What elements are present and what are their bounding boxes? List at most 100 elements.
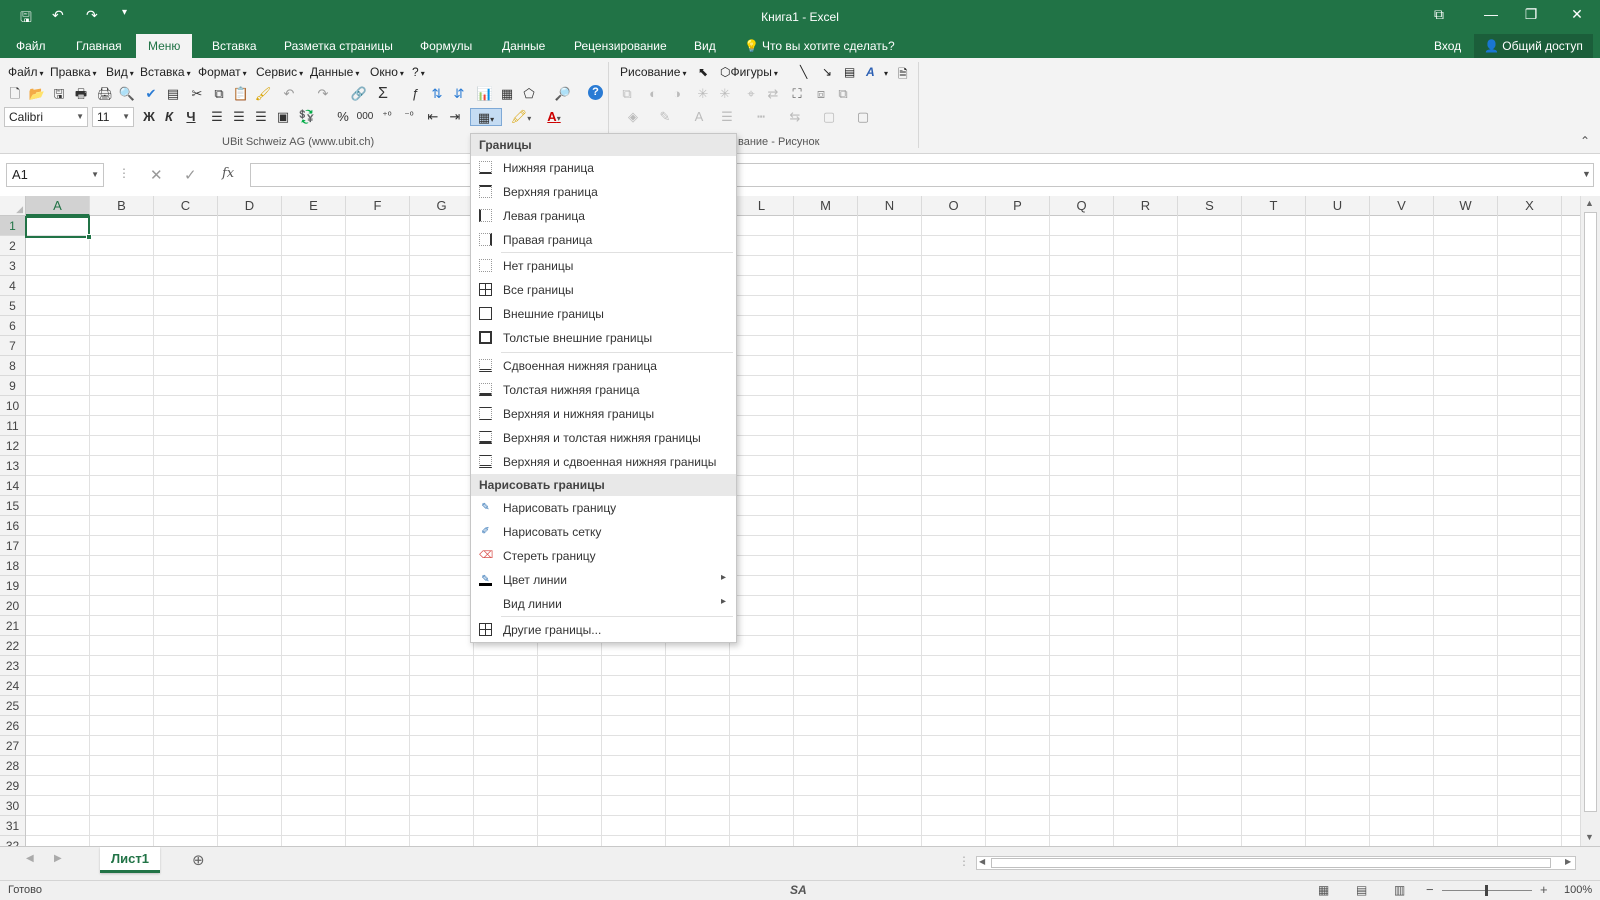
drawing-toolbar-icon[interactable]: ⬠ xyxy=(520,85,538,103)
accessibility-icon[interactable]: SA xyxy=(790,883,807,897)
draw-borders-menu-item[interactable]: ✎ Нарисовать границу xyxy=(471,496,736,520)
arrow-line-icon[interactable]: ↘ xyxy=(822,65,832,79)
vertical-scroll-thumb[interactable] xyxy=(1584,212,1597,812)
tab-file[interactable]: Файл xyxy=(14,34,48,58)
arrow-style-icon[interactable]: ⇆ xyxy=(786,108,804,126)
zoom-level[interactable]: 100% xyxy=(1564,884,1592,896)
classic-menu-help[interactable]: ? ▾ xyxy=(412,65,425,79)
row-header[interactable]: 9 xyxy=(0,376,25,396)
borders-menu-item[interactable]: Сдвоенная нижняя граница xyxy=(471,354,736,378)
row-header[interactable]: 24 xyxy=(0,676,25,696)
undo-icon[interactable]: ↶ xyxy=(280,85,298,103)
shapes-menu[interactable]: ⬡Фигуры ▾ xyxy=(720,65,778,79)
brightness-icon[interactable]: ◐ xyxy=(644,85,662,103)
increase-indent-icon[interactable]: ⇥ xyxy=(446,108,464,126)
row-header[interactable]: 10 xyxy=(0,396,25,416)
add-sheet-icon[interactable]: ⊕ xyxy=(192,851,205,869)
shape-fill-icon[interactable]: ◈ xyxy=(624,108,642,126)
active-cell[interactable] xyxy=(25,216,92,240)
classic-menu-file[interactable]: Файл ▾ xyxy=(8,65,44,79)
column-header[interactable]: M xyxy=(794,196,858,216)
restore-icon[interactable]: ❐ xyxy=(1516,6,1546,23)
decrease-decimal-icon[interactable]: ⁻⁰ xyxy=(400,108,418,126)
row-header[interactable]: 32 xyxy=(0,836,25,846)
wordart-icon[interactable]: A xyxy=(866,65,875,79)
draw-borders-menu-item[interactable]: Вид линии ▸ xyxy=(471,592,736,616)
font-color-button[interactable]: A▾ xyxy=(540,108,568,126)
classic-menu-edit[interactable]: Правка ▾ xyxy=(50,65,97,79)
column-header[interactable]: D xyxy=(218,196,282,216)
collapse-ribbon-icon[interactable]: ⌃ xyxy=(1580,134,1590,148)
line-icon[interactable]: ╲ xyxy=(800,65,807,79)
classic-menu-format[interactable]: Формат ▾ xyxy=(198,65,247,79)
crop-icon[interactable]: ⧉ xyxy=(618,85,636,103)
column-header[interactable]: P xyxy=(986,196,1050,216)
select-objects-icon[interactable]: ⛶ xyxy=(788,85,806,103)
print-icon[interactable]: 🖨 xyxy=(96,85,114,103)
group-icon[interactable]: ⌖ xyxy=(742,85,760,103)
scroll-right-icon[interactable]: ▶ xyxy=(1565,857,1571,866)
drawing-menu[interactable]: Рисование ▾ xyxy=(620,65,686,79)
row-header[interactable]: 17 xyxy=(0,536,25,556)
sort-descending-icon[interactable]: ⇵ xyxy=(450,85,468,103)
row-header[interactable]: 13 xyxy=(0,456,25,476)
row-header[interactable]: 28 xyxy=(0,756,25,776)
tab-review[interactable]: Рецензирование xyxy=(572,34,669,58)
row-header[interactable]: 25 xyxy=(0,696,25,716)
chevron-down-icon[interactable]: ▾ xyxy=(882,65,888,79)
send-backward-icon[interactable]: ⧉ xyxy=(834,85,852,103)
increase-decimal-icon[interactable]: ⁺⁰ xyxy=(378,108,396,126)
draw-borders-menu-item[interactable]: ✎ Цвет линии ▸ xyxy=(471,568,736,592)
format-painter-icon[interactable]: 🖌 xyxy=(254,85,272,103)
column-header[interactable]: R xyxy=(1114,196,1178,216)
column-header[interactable]: Q xyxy=(1050,196,1114,216)
picture-icon[interactable]: 🗎 xyxy=(898,65,908,86)
classic-menu-insert[interactable]: Вставка ▾ xyxy=(140,65,191,79)
tab-home[interactable]: Главная xyxy=(74,34,124,58)
select-all-button[interactable]: ◢ xyxy=(0,196,26,216)
font-name-combo[interactable]: Calibri ▼ xyxy=(4,107,88,127)
align-center-icon[interactable]: ☰ xyxy=(230,108,248,126)
zoom-icon[interactable]: 🔎 xyxy=(554,85,572,103)
tab-menu[interactable]: Меню xyxy=(136,34,193,58)
signin-link[interactable]: Вход xyxy=(1432,34,1463,58)
tab-page-layout[interactable]: Разметка страницы xyxy=(282,34,395,58)
sheet-tab[interactable]: Лист1 xyxy=(100,847,160,873)
line-style-icon[interactable]: ☰ xyxy=(718,108,736,126)
row-header[interactable]: 5 xyxy=(0,296,25,316)
close-icon[interactable]: ✕ xyxy=(1562,6,1592,23)
row-header[interactable]: 19 xyxy=(0,576,25,596)
cancel-icon[interactable]: ✕ xyxy=(150,166,163,184)
row-header[interactable]: 18 xyxy=(0,556,25,576)
classic-menu-window[interactable]: Окно ▾ xyxy=(370,65,404,79)
tab-formulas[interactable]: Формулы xyxy=(418,34,474,58)
zoom-slider-handle[interactable] xyxy=(1485,885,1488,896)
borders-menu-item[interactable]: Внешние границы xyxy=(471,302,736,326)
zoom-out-icon[interactable]: − xyxy=(1426,882,1434,897)
help-icon[interactable]: ? xyxy=(588,85,603,100)
borders-menu-item[interactable]: Верхняя и толстая нижняя границы xyxy=(471,426,736,450)
scroll-left-icon[interactable]: ◀ xyxy=(979,857,985,866)
copy-icon[interactable]: ⧉ xyxy=(210,85,228,103)
row-header[interactable]: 11 xyxy=(0,416,25,436)
italic-button[interactable]: К xyxy=(160,108,178,126)
horizontal-scroll-thumb[interactable] xyxy=(991,858,1551,868)
scroll-down-icon[interactable]: ▼ xyxy=(1585,832,1594,842)
shadow-icon[interactable]: ▢ xyxy=(820,108,838,126)
decrease-indent-icon[interactable]: ⇤ xyxy=(424,108,442,126)
save-icon[interactable]: 🖫 xyxy=(50,85,68,103)
enter-icon[interactable]: ✓ xyxy=(184,166,197,184)
font-size-combo[interactable]: 11 ▼ xyxy=(92,107,134,127)
bring-forward-icon[interactable]: ⧈ xyxy=(812,85,830,103)
row-header[interactable]: 12 xyxy=(0,436,25,456)
row-header[interactable]: 14 xyxy=(0,476,25,496)
ribbon-display-icon[interactable]: ⧉ xyxy=(1424,6,1454,23)
borders-menu-item[interactable]: Толстая нижняя граница xyxy=(471,378,736,402)
thousands-button[interactable]: 000 xyxy=(356,108,374,126)
function-icon[interactable]: ƒ xyxy=(406,85,424,103)
row-header[interactable]: 16 xyxy=(0,516,25,536)
insert-function-icon[interactable]: fx xyxy=(222,166,234,181)
underline-button[interactable]: Ч xyxy=(182,108,200,126)
cursor-icon[interactable]: ⬉ xyxy=(698,65,708,79)
row-header[interactable]: 4 xyxy=(0,276,25,296)
